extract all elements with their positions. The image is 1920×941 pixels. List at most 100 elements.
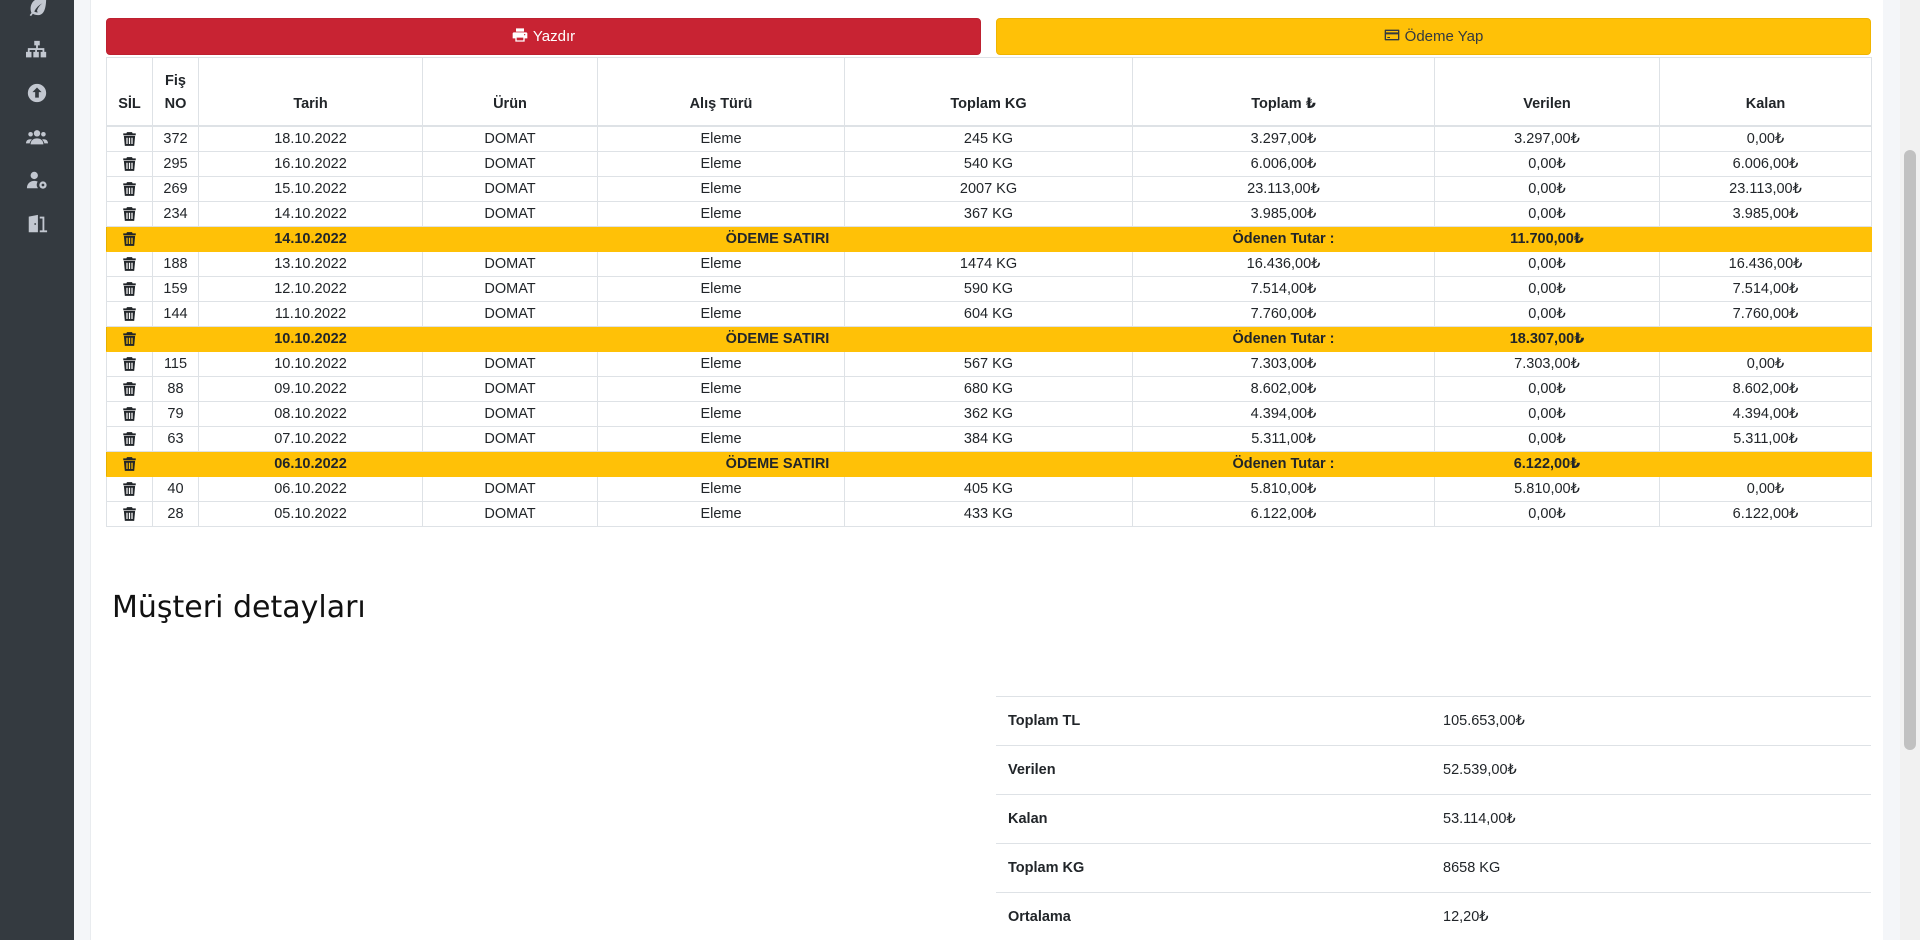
users-icon[interactable]: [25, 125, 49, 149]
pay-button[interactable]: Ödeme Yap: [996, 18, 1871, 55]
total-kg: 604 KG: [845, 302, 1133, 327]
product: DOMAT: [423, 477, 598, 502]
total-tl: 23.113,00₺: [1133, 177, 1435, 202]
total-tl: 16.436,00₺: [1133, 252, 1435, 277]
leaf-icon[interactable]: [25, 0, 49, 18]
table-row: 23414.10.2022DOMATEleme367 KG3.985,00₺0,…: [107, 202, 1872, 227]
trash-icon[interactable]: [122, 156, 137, 172]
trash-icon[interactable]: [122, 431, 137, 447]
upload-icon[interactable]: [25, 81, 49, 105]
trash-icon[interactable]: [122, 181, 137, 197]
delete-cell: [107, 177, 153, 202]
payment-label: ÖDEME SATIRI: [423, 327, 1133, 352]
delete-cell: [107, 452, 153, 477]
payment-label: ÖDEME SATIRI: [423, 227, 1133, 252]
credit-card-icon: [1384, 27, 1405, 47]
trash-icon[interactable]: [122, 306, 137, 322]
payment-date: 06.10.2022: [199, 452, 423, 477]
table-row: 4006.10.2022DOMATEleme405 KG5.810,00₺5.8…: [107, 477, 1872, 502]
summary-label: Toplam TL: [996, 697, 1433, 746]
empty-cell: [153, 227, 199, 252]
header-purchase-type: Alış Türü: [598, 58, 845, 127]
door-exit-icon[interactable]: [25, 212, 49, 236]
empty-cell: [1660, 327, 1872, 352]
remaining: 5.311,00₺: [1660, 427, 1872, 452]
paid-amount-label: Ödenen Tutar :: [1133, 227, 1435, 252]
purchase-type: Eleme: [598, 277, 845, 302]
scrollbar-thumb[interactable]: [1904, 150, 1916, 750]
product: DOMAT: [423, 402, 598, 427]
delete-cell: [107, 402, 153, 427]
trash-icon[interactable]: [122, 206, 137, 222]
remaining: 0,00₺: [1660, 352, 1872, 377]
summary-row: Kalan53.114,00₺: [996, 795, 1871, 844]
date: 16.10.2022: [199, 152, 423, 177]
total-kg: 433 KG: [845, 502, 1133, 527]
table-header-row: SİL Fiş NO Tarih Ürün Alış Türü Toplam K…: [107, 58, 1872, 127]
sitemap-icon[interactable]: [25, 38, 49, 62]
paid: 0,00₺: [1435, 427, 1660, 452]
total-kg: 680 KG: [845, 377, 1133, 402]
total-kg: 405 KG: [845, 477, 1133, 502]
trash-icon[interactable]: [122, 406, 137, 422]
remaining: 3.985,00₺: [1660, 202, 1872, 227]
paid: 0,00₺: [1435, 152, 1660, 177]
pay-button-label: Ödeme Yap: [1405, 28, 1484, 45]
print-icon: [512, 27, 533, 47]
payment-row: 10.10.2022ÖDEME SATIRIÖdenen Tutar :18.3…: [107, 327, 1872, 352]
delete-cell: [107, 126, 153, 152]
receipt-no: 269: [153, 177, 199, 202]
user-cog-icon[interactable]: [25, 168, 49, 192]
delete-cell: [107, 277, 153, 302]
total-tl: 7.514,00₺: [1133, 277, 1435, 302]
table-row: 26915.10.2022DOMATEleme2007 KG23.113,00₺…: [107, 177, 1872, 202]
table-row: 6307.10.2022DOMATEleme384 KG5.311,00₺0,0…: [107, 427, 1872, 452]
trash-icon[interactable]: [122, 231, 137, 247]
receipt-no: 28: [153, 502, 199, 527]
trash-icon[interactable]: [122, 356, 137, 372]
table-row: 2805.10.2022DOMATEleme433 KG6.122,00₺0,0…: [107, 502, 1872, 527]
summary-value: 52.539,00₺: [1433, 746, 1871, 795]
date: 09.10.2022: [199, 377, 423, 402]
purchase-type: Eleme: [598, 126, 845, 152]
total-kg: 2007 KG: [845, 177, 1133, 202]
trash-icon[interactable]: [122, 381, 137, 397]
payment-date: 10.10.2022: [199, 327, 423, 352]
paid-amount-label: Ödenen Tutar :: [1133, 452, 1435, 477]
product: DOMAT: [423, 152, 598, 177]
purchase-type: Eleme: [598, 502, 845, 527]
header-receipt-line1: Fiş: [165, 73, 186, 89]
purchase-type: Eleme: [598, 402, 845, 427]
product: DOMAT: [423, 126, 598, 152]
total-kg: 567 KG: [845, 352, 1133, 377]
summary-value: 105.653,00₺: [1433, 697, 1871, 746]
trash-icon[interactable]: [122, 481, 137, 497]
total-kg: 367 KG: [845, 202, 1133, 227]
trash-icon[interactable]: [122, 456, 137, 472]
delete-cell: [107, 227, 153, 252]
paid: 0,00₺: [1435, 177, 1660, 202]
trash-icon[interactable]: [122, 131, 137, 147]
receipt-no: 234: [153, 202, 199, 227]
empty-cell: [153, 327, 199, 352]
date: 11.10.2022: [199, 302, 423, 327]
remaining: 8.602,00₺: [1660, 377, 1872, 402]
trash-icon[interactable]: [122, 281, 137, 297]
summary-label: Toplam KG: [996, 844, 1433, 893]
trash-icon[interactable]: [122, 506, 137, 522]
product: DOMAT: [423, 377, 598, 402]
paid: 0,00₺: [1435, 402, 1660, 427]
total-tl: 3.297,00₺: [1133, 126, 1435, 152]
paid: 3.297,00₺: [1435, 126, 1660, 152]
total-tl: 5.311,00₺: [1133, 427, 1435, 452]
summary-label: Verilen: [996, 746, 1433, 795]
product: DOMAT: [423, 177, 598, 202]
paid-amount: 11.700,00₺: [1435, 227, 1660, 252]
print-button[interactable]: Yazdır: [106, 18, 981, 55]
trash-icon[interactable]: [122, 256, 137, 272]
date: 10.10.2022: [199, 352, 423, 377]
header-total-kg: Toplam KG: [845, 58, 1133, 127]
trash-icon[interactable]: [122, 331, 137, 347]
total-kg: 384 KG: [845, 427, 1133, 452]
purchase-type: Eleme: [598, 377, 845, 402]
